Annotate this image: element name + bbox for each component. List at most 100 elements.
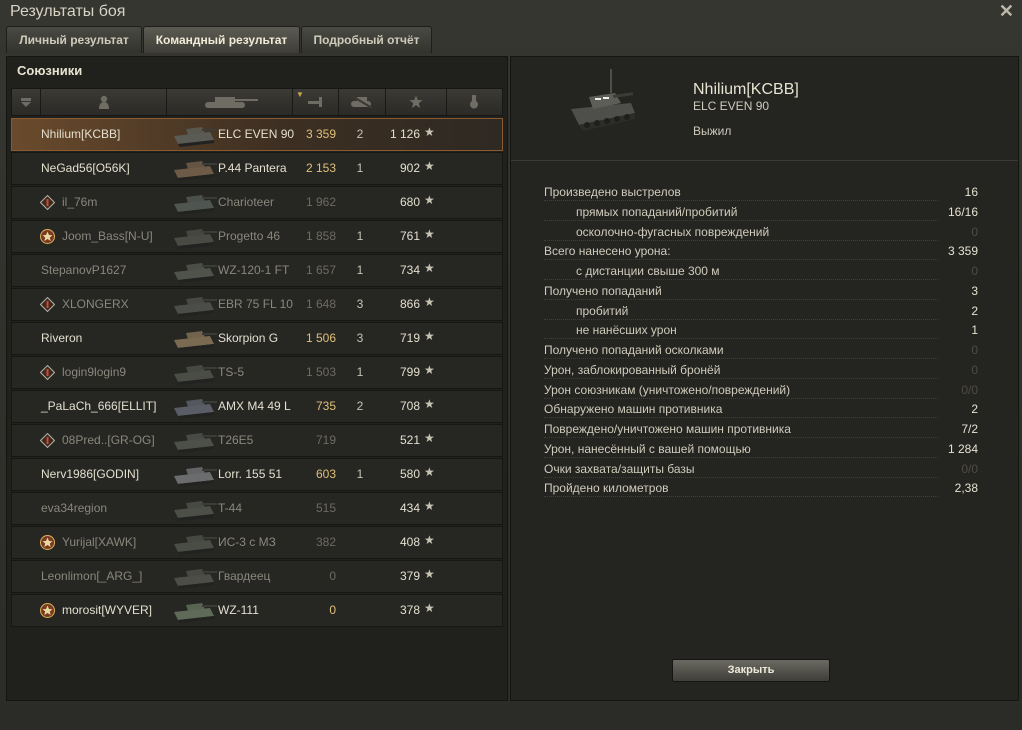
star-icon: ★ — [424, 125, 435, 139]
vehicle-name: Progetto 46 — [218, 229, 281, 243]
selected-tank-image — [567, 67, 639, 137]
damage-icon[interactable]: ▼ — [293, 89, 339, 115]
stat-value: 1 284 — [947, 441, 978, 456]
player-row[interactable]: Riveron Skorpion G 1 506 3 719 ★ — [11, 322, 503, 355]
vehicle-name: AMX M4 49 L — [218, 399, 291, 413]
kills-icon[interactable] — [339, 89, 386, 115]
dotted-leader — [544, 219, 938, 221]
stat-label: Получено попаданий осколками — [544, 343, 724, 357]
player-row[interactable]: Leonlimon[_ARG_] Гвардеец 0 379 ★ — [11, 560, 503, 593]
player-row[interactable]: Nerv1986[GODIN] Lorr. 155 51 603 1 580 ★ — [11, 458, 503, 491]
player-row[interactable]: NeGad56[O56K] P.44 Pantera 2 153 1 902 ★ — [11, 152, 503, 185]
player-icon[interactable] — [41, 89, 167, 115]
star-icon: ★ — [424, 159, 435, 173]
player-name: morosit[WYVER] — [62, 603, 153, 617]
rank-badge-icon — [40, 297, 55, 312]
selected-status: Выжил — [693, 124, 732, 138]
rank-badge-icon — [40, 433, 55, 448]
medal-icon[interactable] — [447, 89, 501, 115]
rank-badge-icon — [40, 195, 55, 210]
stat-row: осколочно-фугасных повреждений 0 — [544, 225, 978, 244]
xp-value: 902 — [399, 161, 420, 175]
damage-value: 2 153 — [305, 161, 336, 175]
stat-row: с дистанции свыше 300 м 0 — [544, 264, 978, 283]
player-row[interactable]: XLONGERX EBR 75 FL 10 1 648 3 866 ★ — [11, 288, 503, 321]
dotted-leader — [544, 239, 938, 241]
stat-row: Очки захвата/защиты базы 0/0 — [544, 462, 978, 481]
tab-detailed[interactable]: Подробный отчёт — [301, 26, 432, 53]
vehicle-icon — [174, 161, 217, 181]
xp-value: 408 — [399, 535, 420, 549]
damage-value: 382 — [315, 535, 336, 549]
stat-value: 0/0 — [961, 461, 978, 476]
xp-value: 680 — [399, 195, 420, 209]
kills-value: 3 — [356, 297, 364, 311]
vehicle-name: ИС-3 с МЗ — [218, 535, 276, 549]
title-bar: Результаты боя ✕ — [0, 0, 1022, 26]
player-row[interactable]: Nhilium[KCBB] ELC EVEN 90 3 359 2 1 126 ★ — [11, 118, 503, 151]
damage-value: 719 — [315, 433, 336, 447]
vehicle-icon — [174, 467, 217, 487]
vehicle-icon — [174, 195, 217, 215]
damage-value: 0 — [329, 603, 336, 617]
player-name: Leonlimon[_ARG_] — [41, 569, 143, 583]
experience-star-icon[interactable] — [386, 89, 447, 115]
xp-value: 734 — [399, 263, 420, 277]
sort-icon[interactable] — [12, 89, 41, 115]
kills-value: 3 — [356, 331, 364, 345]
clan-emblem-icon — [40, 229, 55, 244]
stat-value: 0/0 — [961, 382, 978, 397]
stat-label: не нанёсших урон — [576, 323, 677, 338]
dotted-leader — [544, 456, 938, 458]
stat-row: не нанёсших урон 1 — [544, 323, 978, 342]
stat-label: прямых попаданий/пробитий — [576, 204, 738, 219]
xp-value: 521 — [399, 433, 420, 447]
damage-value: 1 506 — [305, 331, 336, 345]
dotted-leader — [544, 496, 938, 498]
stat-value: 2 — [971, 303, 978, 318]
damage-value: 0 — [329, 569, 336, 583]
kills-value: 2 — [356, 127, 364, 141]
star-icon: ★ — [424, 465, 435, 479]
stat-row: пробитий 2 — [544, 304, 978, 323]
player-row[interactable]: eva34region T-44 515 434 ★ — [11, 492, 503, 525]
vehicle-icon — [174, 501, 217, 521]
player-row[interactable]: morosit[WYVER] WZ-111 0 378 ★ — [11, 594, 503, 627]
close-button[interactable]: Закрыть — [672, 659, 830, 682]
vehicle-name: TS-5 — [218, 365, 245, 379]
kills-value: 1 — [356, 467, 364, 481]
stat-label: пробитий — [576, 303, 629, 318]
stat-value: 2,38 — [954, 481, 978, 496]
player-row[interactable]: _PaLaCh_666[ELLIT] AMX M4 49 L 735 2 708 ★ — [11, 390, 503, 423]
player-row[interactable]: login9login9 TS-5 1 503 1 799 ★ — [11, 356, 503, 389]
player-name: login9login9 — [62, 365, 127, 379]
damage-value: 603 — [315, 467, 336, 481]
damage-value: 735 — [315, 399, 336, 413]
player-name: Riveron — [41, 331, 83, 345]
stat-value: 0 — [971, 224, 978, 239]
player-row[interactable]: Yurijal[XAWK] ИС-3 с МЗ 382 408 ★ — [11, 526, 503, 559]
clan-emblem-icon — [40, 603, 55, 618]
player-name: StepanovP1627 — [41, 263, 127, 277]
vehicle-name: Skorpion G — [218, 331, 279, 345]
vehicle-icon — [174, 365, 217, 385]
stat-value: 16 — [964, 185, 978, 199]
tank-icon[interactable] — [167, 89, 293, 115]
player-row[interactable]: StepanovP1627 WZ-120-1 FT 1 657 1 734 ★ — [11, 254, 503, 287]
star-icon: ★ — [424, 295, 435, 309]
player-row[interactable]: Joom_Bass[N-U] Progetto 46 1 858 1 761 ★ — [11, 220, 503, 253]
close-icon[interactable]: ✕ — [999, 1, 1014, 22]
stat-row: Урон, заблокированный бронёй 0 — [544, 363, 978, 382]
vehicle-name: WZ-111 — [218, 603, 259, 617]
stat-label: Очки захвата/защиты базы — [544, 461, 695, 476]
player-row[interactable]: 08Pred..[GR-OG] T26E5 719 521 ★ — [11, 424, 503, 457]
stat-row: Урон, нанесённый с вашей помощью 1 284 — [544, 442, 978, 461]
tab-personal[interactable]: Личный результат — [6, 26, 142, 53]
kills-value: 1 — [356, 263, 364, 277]
vehicle-icon — [174, 535, 217, 555]
player-row[interactable]: il_76m Charioteer 1 962 680 ★ — [11, 186, 503, 219]
tab-team[interactable]: Командный результат — [143, 26, 300, 53]
player-name: Yurijal[XAWK] — [62, 535, 137, 549]
damage-value: 3 359 — [305, 127, 336, 141]
xp-value: 378 — [399, 603, 420, 617]
